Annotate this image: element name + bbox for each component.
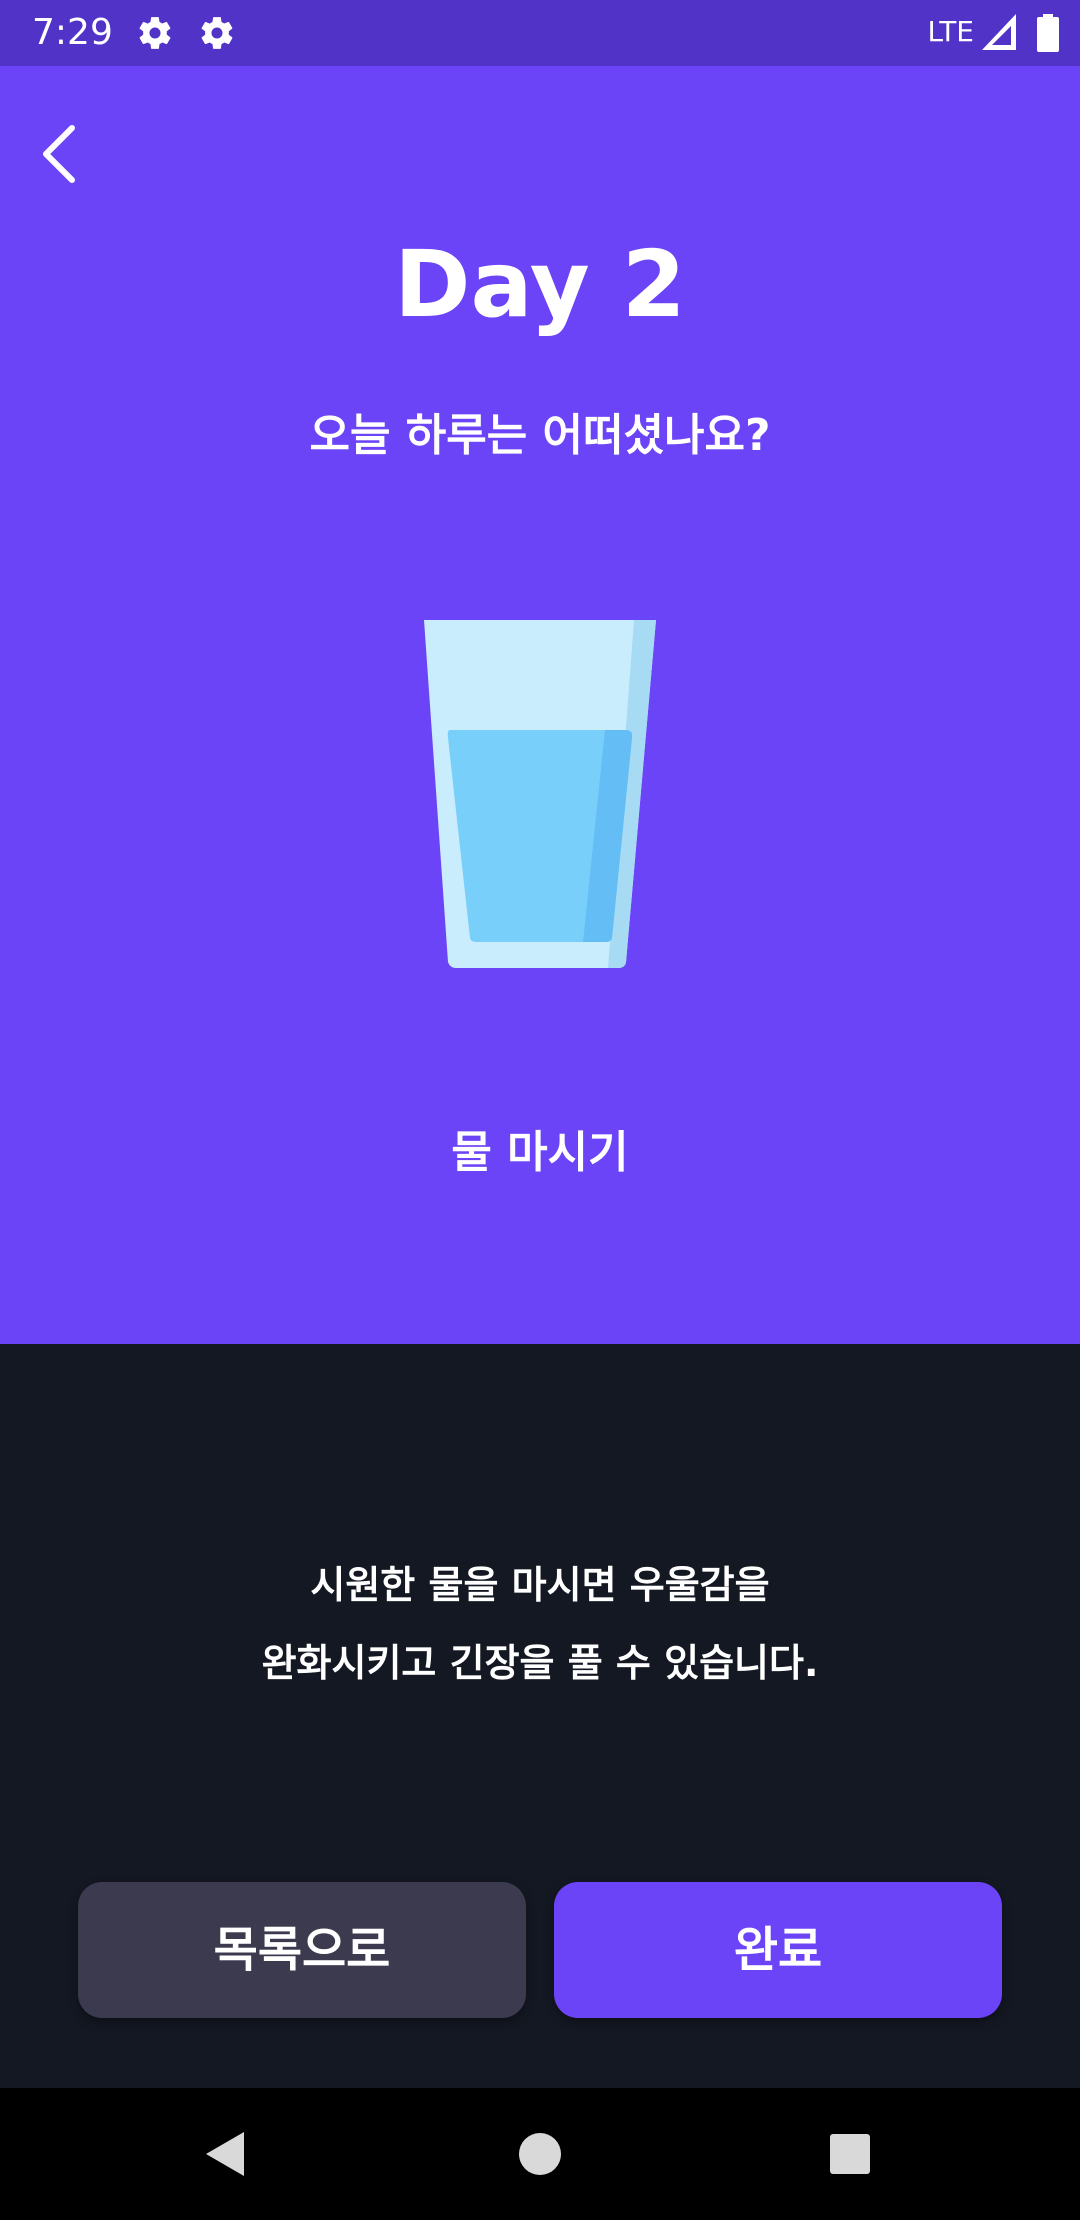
water-glass-icon bbox=[424, 620, 656, 968]
activity-description: 시원한 물을 마시면 우울감을 완화시키고 긴장을 풀 수 있습니다. bbox=[0, 1546, 1080, 1702]
chevron-left-icon[interactable] bbox=[30, 114, 90, 194]
battery-icon bbox=[1037, 14, 1059, 52]
system-nav-bar bbox=[0, 2088, 1080, 2220]
gear-icon bbox=[201, 17, 233, 49]
activity-header-panel: Day 2 오늘 하루는 어떠셨나요? 물 마시기 bbox=[0, 66, 1080, 1344]
day-title: Day 2 bbox=[394, 231, 686, 338]
description-line-1: 시원한 물을 마시면 우울감을 bbox=[310, 1563, 770, 1607]
status-bar: 7:29 LTE bbox=[0, 0, 1080, 66]
status-time: 7:29 bbox=[32, 12, 113, 53]
complete-button[interactable]: 완료 bbox=[554, 1882, 1002, 2018]
back-to-list-button[interactable]: 목록으로 bbox=[78, 1882, 526, 2018]
question-text: 오늘 하루는 어떠셨나요? bbox=[309, 410, 771, 461]
description-line-2: 완화시키고 긴장을 풀 수 있습니다. bbox=[261, 1641, 819, 1685]
gear-icon bbox=[139, 17, 171, 49]
back-triangle-icon[interactable] bbox=[192, 2118, 264, 2190]
recents-square-icon[interactable] bbox=[814, 2118, 886, 2190]
activity-label: 물 마시기 bbox=[451, 1127, 629, 1178]
signal-icon bbox=[982, 14, 1016, 50]
network-type: LTE bbox=[927, 15, 974, 48]
home-circle-icon[interactable] bbox=[504, 2118, 576, 2190]
